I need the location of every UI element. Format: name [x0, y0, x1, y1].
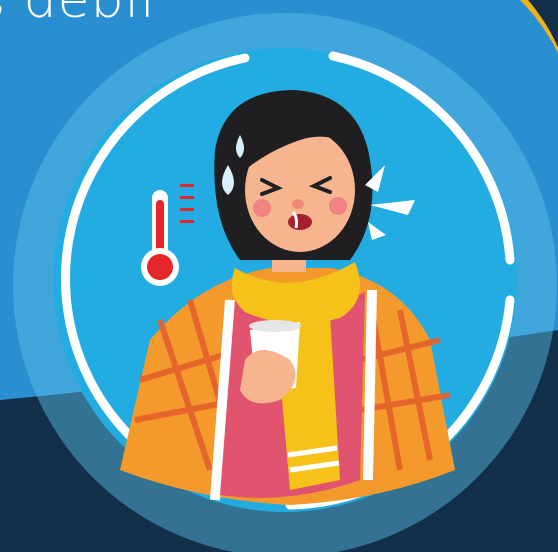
illustration-scene	[0, 0, 558, 552]
headline-text: s débil	[0, 0, 156, 30]
